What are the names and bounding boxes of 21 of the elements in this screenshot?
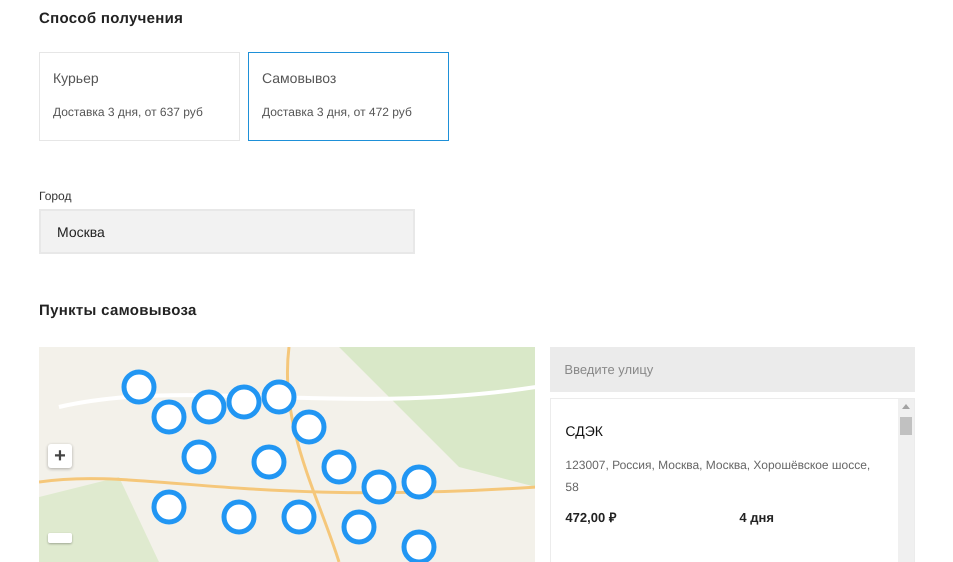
option-title: Самовывоз: [262, 69, 338, 88]
zoom-slider-handle[interactable]: [48, 533, 72, 543]
option-title: Курьер: [53, 69, 100, 88]
city-field[interactable]: Москва: [39, 209, 415, 254]
section-title: Способ получения: [39, 10, 184, 28]
scrollbar-thumb[interactable]: [900, 417, 912, 435]
zoom-in-button[interactable]: +: [48, 444, 72, 468]
point-price: 472,00 ₽: [565, 509, 618, 527]
field-label: Город: [39, 188, 72, 205]
point-address: 123007, Россия, Москва, Москва, Хорошёвское шоссе, 58: [565, 457, 872, 496]
option-subtitle: Доставка 3 дня, от 637 руб: [53, 104, 204, 121]
delivery-option-card[interactable]: Курьер Доставка 3 дня, от 637 руб: [39, 52, 240, 141]
delivery-option-card[interactable]: Самовывоз Доставка 3 дня, от 472 руб: [248, 52, 449, 141]
street-search-field[interactable]: Введите улицу: [550, 347, 915, 392]
scroll-up-icon[interactable]: [902, 404, 910, 409]
point-name: СДЭК: [565, 422, 604, 441]
scrollbar[interactable]: [898, 399, 914, 562]
pickup-point-item[interactable]: СДЭК 123007, Россия, Москва, Москва, Хорошёвское шоссе, 58 472,00 ₽ 4 дня: [551, 399, 898, 550]
section-title: Пункты самовывоза: [39, 302, 198, 320]
option-subtitle: Доставка 3 дня, от 472 руб: [262, 104, 413, 121]
delivery-time: 4 дня: [739, 509, 774, 527]
